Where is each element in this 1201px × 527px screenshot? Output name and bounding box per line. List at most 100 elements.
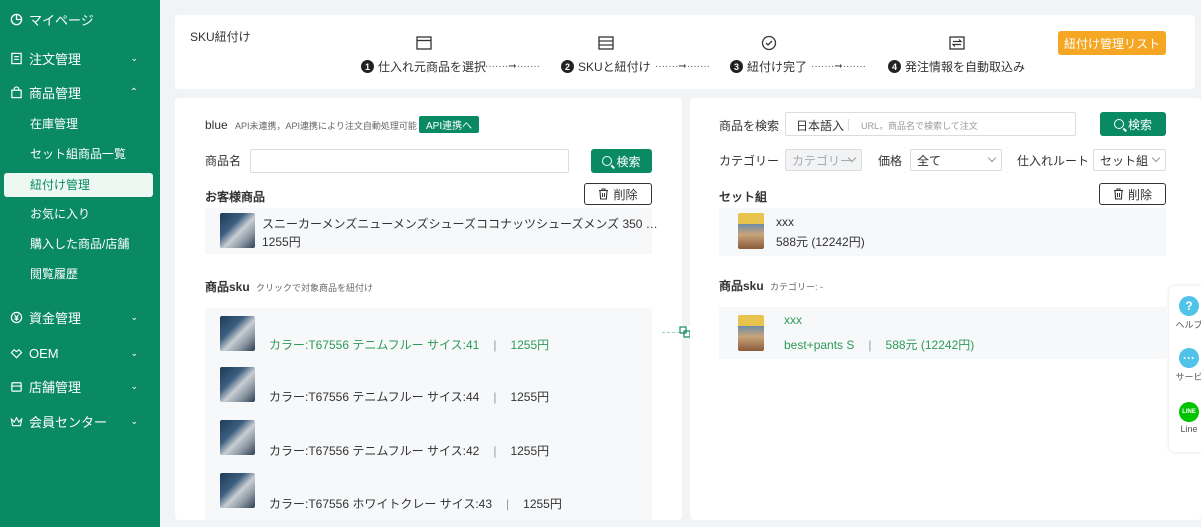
page-title: SKU紐付け — [190, 30, 251, 44]
check-circle-icon — [760, 35, 778, 51]
route-label: 仕入れルート — [1017, 154, 1090, 168]
chevron-up-icon: ⌃ — [129, 86, 138, 98]
nav-oem-label: OEM — [29, 345, 59, 361]
set-item-name: xxx — [776, 215, 794, 229]
step-connector: ·······➞······· — [485, 61, 540, 72]
product-name-label: 商品名 — [205, 154, 242, 168]
chevron-down-icon: ⌄ — [130, 347, 138, 358]
nav-stores-label: 店舗管理 — [29, 379, 82, 395]
store-name: blue — [205, 118, 228, 132]
left-sku-title: 商品sku — [205, 280, 250, 294]
list-icon — [597, 35, 615, 51]
language-select[interactable]: 日本語入 — [796, 117, 844, 134]
api-note: API未連携，API連携により注文自動処理可能 — [235, 121, 417, 131]
sku-thumbnail — [738, 315, 764, 351]
set-item-price: 588元 (12242円) — [776, 235, 865, 249]
pie-chart-icon — [9, 12, 23, 26]
chevron-down-icon: ⌄ — [130, 311, 138, 322]
nav-funds[interactable]: 資金管理 ⌄ — [0, 298, 160, 336]
help-button[interactable]: ? ヘルプ — [1169, 296, 1201, 331]
sidebar: マイページ 注文管理 ⌄ 商品管理 ⌃ 在庫管理 セット組商品一覧 紐付け管理 … — [0, 0, 160, 527]
right-sku-title: 商品sku — [719, 279, 764, 293]
chevron-down-icon: ⌄ — [130, 52, 138, 63]
link-list-button[interactable]: 紐付け管理リスト — [1058, 31, 1166, 55]
step-connector: ·······➞······· — [811, 61, 866, 72]
sku-row[interactable]: カラー:T67556 テニムフルー サイス:41 | 1255円 — [205, 308, 652, 361]
nav-stores[interactable]: 店舗管理 ⌄ — [0, 367, 160, 405]
nav-orders[interactable]: 注文管理 ⌄ — [0, 39, 160, 77]
step-2-label: SKUと紐付け — [578, 60, 651, 74]
chevron-down-icon: ⌄ — [130, 380, 138, 391]
chevron-down-icon: ⌄ — [130, 415, 138, 426]
nav-products-label: 商品管理 — [29, 85, 82, 101]
trash-icon — [1113, 188, 1124, 200]
sku-row[interactable]: カラー:T67556 ホワイトクレー サイス:43 | 1255円 — [205, 467, 652, 520]
right-delete-button[interactable]: 削除 — [1099, 183, 1166, 205]
nav-members[interactable]: 会員センター ⌄ — [0, 402, 160, 440]
line-icon: LINE — [1179, 402, 1199, 422]
nav-products[interactable]: 商品管理 ⌃ — [0, 73, 160, 111]
product-name-input[interactable] — [250, 149, 569, 173]
sidebar-item-set-products[interactable]: セット組商品一覧 — [0, 142, 160, 166]
nav-mypage[interactable]: マイページ — [0, 0, 160, 38]
customer-product-title: お客様商品 — [205, 190, 266, 204]
search-icon — [1113, 119, 1124, 129]
sidebar-item-favorites[interactable]: お気に入り — [0, 202, 160, 226]
price-select[interactable]: 全て — [910, 149, 1002, 171]
sku-thumbnail — [220, 473, 255, 508]
steps-header: SKU紐付け 1 仕入れ元商品を選択 ·······➞······· 2 SKUと紐… — [175, 15, 1195, 89]
search-input[interactable]: URL，商品名で検索して注文 — [861, 119, 978, 132]
nav-orders-label: 注文管理 — [29, 51, 82, 67]
product-thumbnail — [220, 213, 255, 248]
nav-mypage-label: マイページ — [29, 12, 94, 28]
customer-product-item: スニーカーメンズニューメンズシューズココナッツシューズメンズ 350 … 125… — [205, 208, 658, 254]
step-2: 2 SKUと紐付け — [561, 35, 651, 75]
crown-icon — [9, 414, 23, 428]
line-button[interactable]: LINE Line — [1169, 402, 1201, 434]
step-4-label: 発注情報を自動取込み — [905, 60, 1026, 74]
route-select[interactable]: セット組 — [1093, 149, 1166, 171]
step-connector: ·······➞······· — [655, 61, 710, 72]
api-link-button[interactable]: API連携へ — [419, 116, 480, 133]
category-select[interactable]: カテゴリー — [785, 149, 862, 171]
sidebar-item-linking[interactable]: 紐付け管理 — [4, 173, 153, 197]
service-button[interactable]: ··· サービ — [1169, 348, 1201, 383]
transfer-icon — [948, 35, 966, 51]
sku-thumbnail — [220, 367, 255, 402]
price-label: 価格 — [878, 154, 903, 168]
source-product-panel: 商品を検索 日本語入 URL，商品名で検索して注文 検索 カテゴリー カテゴリー… — [690, 98, 1201, 520]
search-icon — [602, 156, 613, 166]
yen-icon — [9, 310, 23, 324]
target-sku-name: xxx — [784, 313, 802, 327]
sku-row[interactable]: カラー:T67556 テニムフルー サイス:42 | 1255円 — [205, 414, 652, 467]
nav-funds-label: 資金管理 — [29, 310, 82, 326]
chat-icon: ··· — [1179, 348, 1199, 368]
sidebar-item-history[interactable]: 閲覧履歴 — [0, 262, 160, 286]
set-item: xxx 588元 (12242円) — [719, 208, 1166, 256]
customer-product-panel: blue API未連携，API連携により注文自動処理可能 API連携へ 商品名 … — [175, 98, 682, 520]
sidebar-item-inventory[interactable]: 在庫管理 — [0, 112, 160, 136]
bag-icon — [9, 85, 23, 99]
step-1-label: 仕入れ元商品を選択 — [378, 60, 487, 74]
set-title: セット組 — [719, 190, 768, 204]
target-sku-row[interactable]: xxx best+pants S | 588元 (12242円) — [719, 307, 1166, 359]
product-price: 1255円 — [262, 235, 301, 249]
store-icon — [9, 379, 23, 393]
sku-category: カテゴリー: - — [770, 282, 824, 292]
sku-thumbnail — [220, 420, 255, 455]
handshake-icon — [9, 346, 23, 360]
step-3-label: 紐付け完了 — [747, 60, 808, 74]
left-search-button[interactable]: 検索 — [591, 149, 652, 173]
sidebar-item-purchased[interactable]: 購入した商品/店舗 — [0, 232, 160, 256]
category-label: カテゴリー — [719, 154, 780, 168]
right-search-button[interactable]: 検索 — [1100, 112, 1166, 136]
trash-icon — [598, 188, 609, 200]
floating-toolbar: ? ヘルプ ··· サービ LINE Line — [1169, 286, 1201, 452]
document-icon — [9, 51, 23, 65]
window-icon — [415, 35, 433, 51]
sku-row[interactable]: カラー:T67556 テニムフルー サイス:44 | 1255円 — [205, 361, 652, 414]
left-delete-button[interactable]: 削除 — [584, 183, 652, 205]
sku-thumbnail — [220, 316, 255, 351]
step-4: 4 発注情報を自動取込み — [888, 35, 1025, 75]
step-3: 3 紐付け完了 — [730, 35, 807, 75]
